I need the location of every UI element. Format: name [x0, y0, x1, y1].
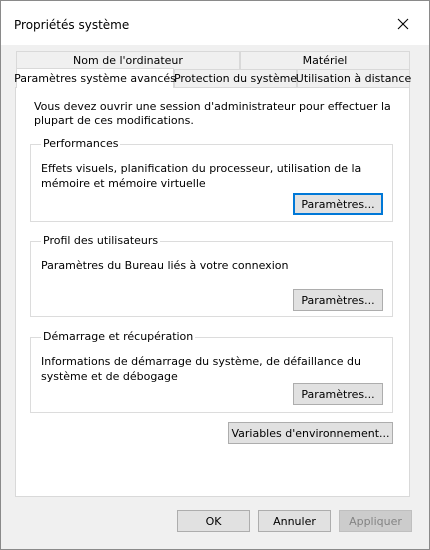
startup-recovery-title: Démarrage et récupération: [41, 330, 196, 344]
tab-hardware[interactable]: Matériel: [240, 51, 410, 69]
performance-settings-button[interactable]: Paramètres...: [293, 193, 383, 215]
user-profiles-group: Profil des utilisateurs Paramètres du Bu…: [30, 234, 393, 317]
title-bar: Propriétés système: [1, 1, 429, 45]
tab-remote[interactable]: Utilisation à distance: [295, 69, 412, 87]
admin-notice: Vous devez ouvrir une session d'administ…: [34, 100, 391, 127]
performance-title: Performances: [41, 137, 121, 151]
ok-button[interactable]: OK: [177, 510, 250, 532]
tab-hardware-label: Matériel: [302, 54, 348, 67]
performance-group: Performances Effets visuels, planificati…: [30, 137, 393, 222]
apply-button[interactable]: Appliquer: [339, 510, 412, 532]
cancel-button[interactable]: Annuler: [258, 510, 331, 532]
environment-variables-button[interactable]: Variables d'environnement...: [228, 422, 393, 444]
tab-computer-name[interactable]: Nom de l'ordinateur: [16, 51, 240, 69]
tab-panel-advanced: Vous devez ouvrir une session d'administ…: [15, 87, 410, 497]
tab-system-protection-label: Protection du système: [173, 72, 298, 85]
tab-advanced-label: Paramètres système avancés: [14, 72, 176, 85]
close-icon: [397, 18, 409, 30]
startup-recovery-description: Informations de démarrage du système, de…: [41, 355, 361, 383]
performance-description: Effets visuels, planification du process…: [41, 162, 362, 190]
tab-system-protection[interactable]: Protection du système: [174, 69, 297, 87]
system-properties-window: Propriétés système Nom de l'ordinateur M…: [0, 0, 430, 550]
user-profiles-settings-button[interactable]: Paramètres...: [293, 289, 383, 311]
close-button[interactable]: [388, 11, 418, 37]
user-profiles-title: Profil des utilisateurs: [41, 234, 161, 248]
window-title: Propriétés système: [14, 18, 130, 32]
startup-recovery-group: Démarrage et récupération Informations d…: [30, 330, 393, 413]
tab-remote-label: Utilisation à distance: [295, 72, 412, 85]
tab-advanced[interactable]: Paramètres système avancés: [14, 68, 176, 88]
startup-recovery-settings-button[interactable]: Paramètres...: [293, 383, 383, 405]
tab-computer-name-label: Nom de l'ordinateur: [73, 54, 183, 67]
user-profiles-description: Paramètres du Bureau liés à votre connex…: [41, 259, 289, 272]
